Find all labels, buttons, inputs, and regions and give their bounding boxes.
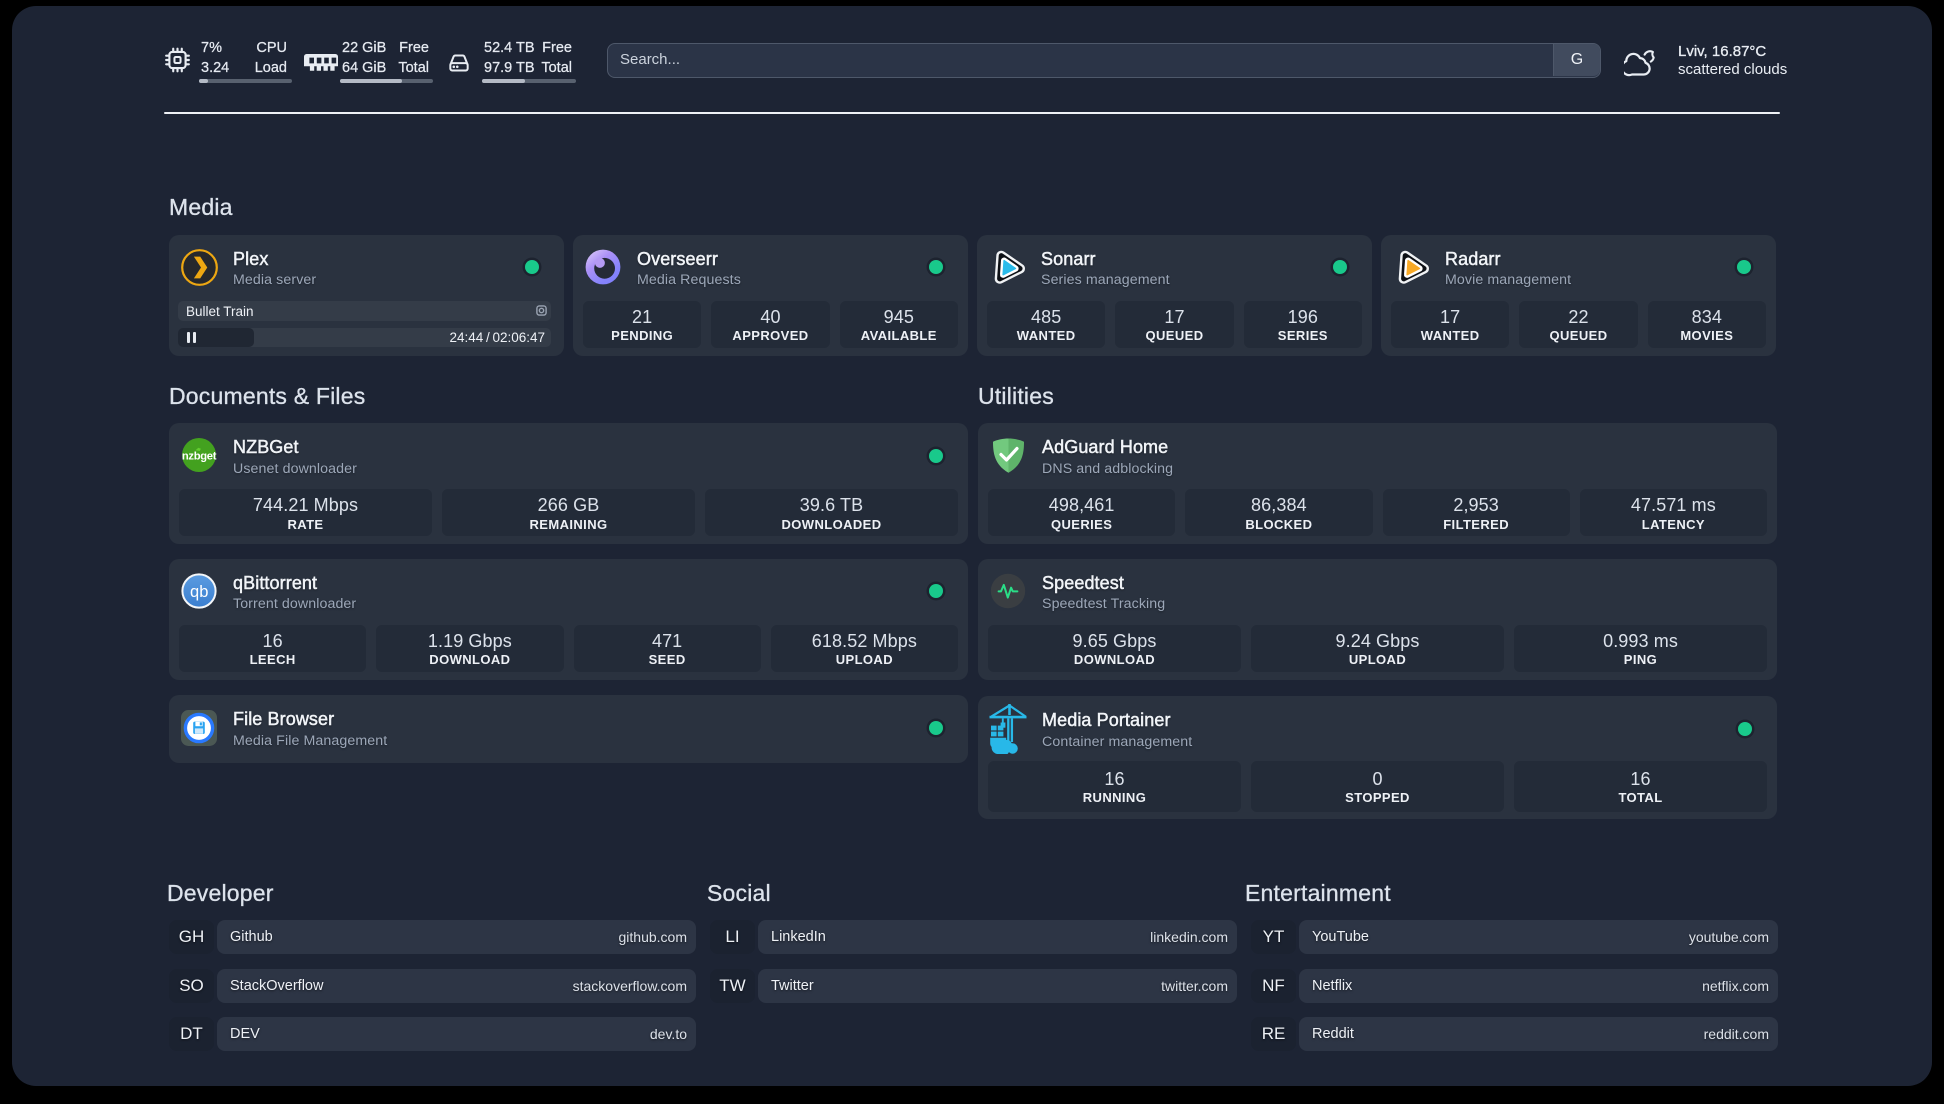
svg-text:nzbget: nzbget bbox=[182, 451, 217, 463]
svg-text:qb: qb bbox=[190, 582, 208, 600]
